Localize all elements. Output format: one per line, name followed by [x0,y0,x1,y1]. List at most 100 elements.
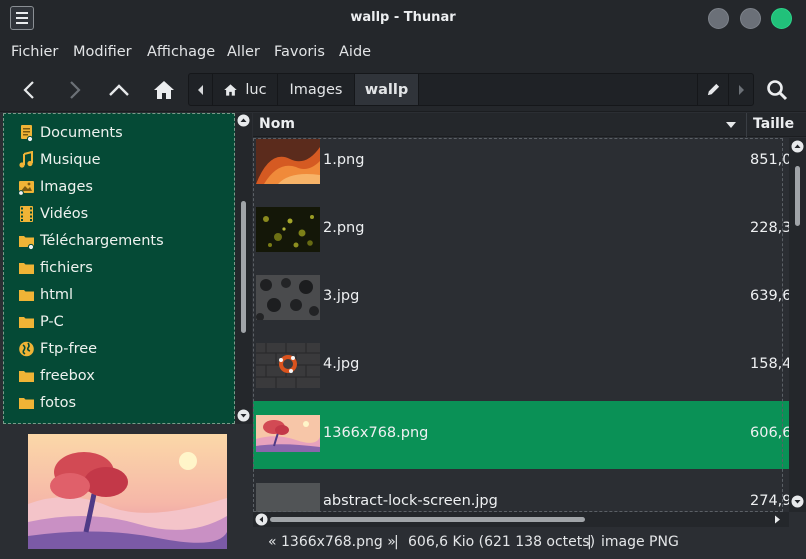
sidebar-item-label: freebox [40,368,95,384]
file-row-4-jpg[interactable]: 4.jpg 158,4 [253,341,789,409]
file-row-1366x768-png[interactable]: 1366x768.png 606,6 [253,401,789,469]
folder-icon [19,263,34,274]
triangle-right-icon [739,84,744,95]
image-thumbnail [256,483,320,512]
scroll-left-arrow-icon[interactable] [255,513,268,526]
list-header: Nom Taille [253,113,806,137]
file-list: Nom Taille 1.png 851,0 2.png 228,3 3.jpg… [253,113,806,527]
sidebar-item-p-c[interactable]: P-C [18,311,64,333]
title-bar: wallp - Thunar [0,0,806,38]
image-thumbnail [256,207,320,252]
menu-aller[interactable]: Aller [227,44,260,60]
minimize-button[interactable] [708,8,729,29]
file-size: 158,4 [750,356,789,372]
menu-favoris[interactable]: Favoris [274,44,325,60]
sidebar-item-fichiers[interactable]: fichiers [18,257,93,279]
file-name: 4.jpg [323,356,360,372]
menu-modifier[interactable]: Modifier [73,44,132,60]
sort-descending-icon[interactable] [726,121,736,129]
edit-location-button[interactable] [697,74,729,105]
path-segment-luc[interactable]: luc [213,74,278,105]
path-bar: luc Images wallp [188,73,754,106]
search-button[interactable] [760,74,794,106]
home-icon [224,83,238,96]
path-segment-wallp[interactable]: wallp [355,74,419,105]
sidebar-item-label: Téléchargements [40,233,164,249]
sidebar-item-label: Vidéos [40,206,89,222]
menu-aide[interactable]: Aide [339,44,371,60]
preview-image [28,434,227,549]
path-segment-label: Images [289,81,343,98]
close-button[interactable] [771,8,792,29]
path-scroll-right-button[interactable] [729,74,753,105]
path-segment-images[interactable]: Images [278,74,355,105]
sidebar-item-label: Images [40,179,93,195]
file-list-horizontal-scrollbar[interactable] [253,512,789,527]
image-thumbnail [256,343,320,388]
image-thumbnail [256,275,320,320]
chevron-left-icon [23,81,34,99]
window-menu-button[interactable] [10,6,34,30]
folder-icon [19,371,34,382]
sidebar-item-freebox[interactable]: freebox [18,365,95,387]
sidebar-item-images[interactable]: Images [18,176,93,198]
folder-icon [19,398,34,409]
film-icon [20,206,33,222]
home-icon [154,81,174,99]
sidebar-item-label: Documents [40,125,123,141]
scroll-right-arrow-icon[interactable] [771,513,784,526]
music-note-icon [19,151,33,168]
sidebar-item-label: fichiers [40,260,93,276]
sidebar-item-label: html [40,287,74,303]
column-header-name[interactable]: Nom [259,116,295,132]
maximize-button[interactable] [740,8,761,29]
sidebar-item-label: Musique [40,152,101,168]
scroll-down-arrow-icon[interactable] [237,409,250,422]
file-name: 3.jpg [323,288,360,304]
parent-folder-button[interactable] [102,74,136,106]
documents-folder-icon [21,125,34,142]
file-row-3-jpg[interactable]: 3.jpg 639,6 [253,273,789,341]
home-button[interactable] [147,74,181,106]
status-file-size: 606,6 Kio (621 138 octets) [408,534,596,550]
scroll-up-arrow-icon[interactable] [791,140,804,153]
sidebar-item-fotos[interactable]: fotos [18,392,76,414]
column-divider[interactable] [746,113,747,137]
sidebar-scroll-thumb[interactable] [241,201,246,333]
file-size: 639,6 [750,288,789,304]
downloads-folder-icon [19,236,35,250]
scroll-up-arrow-icon[interactable] [237,114,250,127]
sidebar-item-videos[interactable]: Vidéos [18,203,88,225]
file-row-abstract-lock-screen-jpg[interactable]: abstract-lock-screen.jpg 274,9 [253,469,789,512]
sidebar-scrollbar[interactable] [235,113,252,424]
menu-fichier[interactable]: Fichier [11,44,58,60]
path-segment-label: luc [245,81,267,98]
window-title: wallp - Thunar [350,10,456,25]
menu-affichage[interactable]: Affichage [147,44,215,60]
status-filename: « 1366x768.png » [268,534,396,550]
scroll-down-arrow-icon[interactable] [791,495,804,508]
sidebar-item-html[interactable]: html [18,284,73,306]
back-button[interactable] [12,74,46,106]
path-scroll-left-button[interactable] [189,74,213,105]
sidebar-item-musique[interactable]: Musique [18,149,101,171]
file-size: 606,6 [750,425,789,441]
file-list-vertical-scrollbar[interactable] [789,138,806,512]
triangle-left-icon [197,84,203,95]
image-thumbnail [256,415,320,452]
file-name: 1366x768.png [323,425,429,441]
sidebar-item-ftp-free[interactable]: Ftp-free [18,338,97,360]
file-row-2-png[interactable]: 2.png 228,3 [253,205,789,273]
forward-button[interactable] [58,74,92,106]
sidebar-item-telechargements[interactable]: Téléchargements [18,230,164,252]
sidebar-places: Documents Musique Images Vidéos Téléchar… [3,113,235,424]
horizontal-scroll-thumb[interactable] [270,517,585,522]
file-name: abstract-lock-screen.jpg [323,493,498,509]
column-header-size[interactable]: Taille [753,116,794,132]
sidebar-item-label: Ftp-free [40,341,98,357]
network-globe-icon [19,341,34,357]
sidebar-item-documents[interactable]: Documents [18,122,123,144]
vertical-scroll-thumb[interactable] [795,166,800,226]
pencil-icon [707,83,719,96]
file-row-1-png[interactable]: 1.png 851,0 [253,137,789,205]
